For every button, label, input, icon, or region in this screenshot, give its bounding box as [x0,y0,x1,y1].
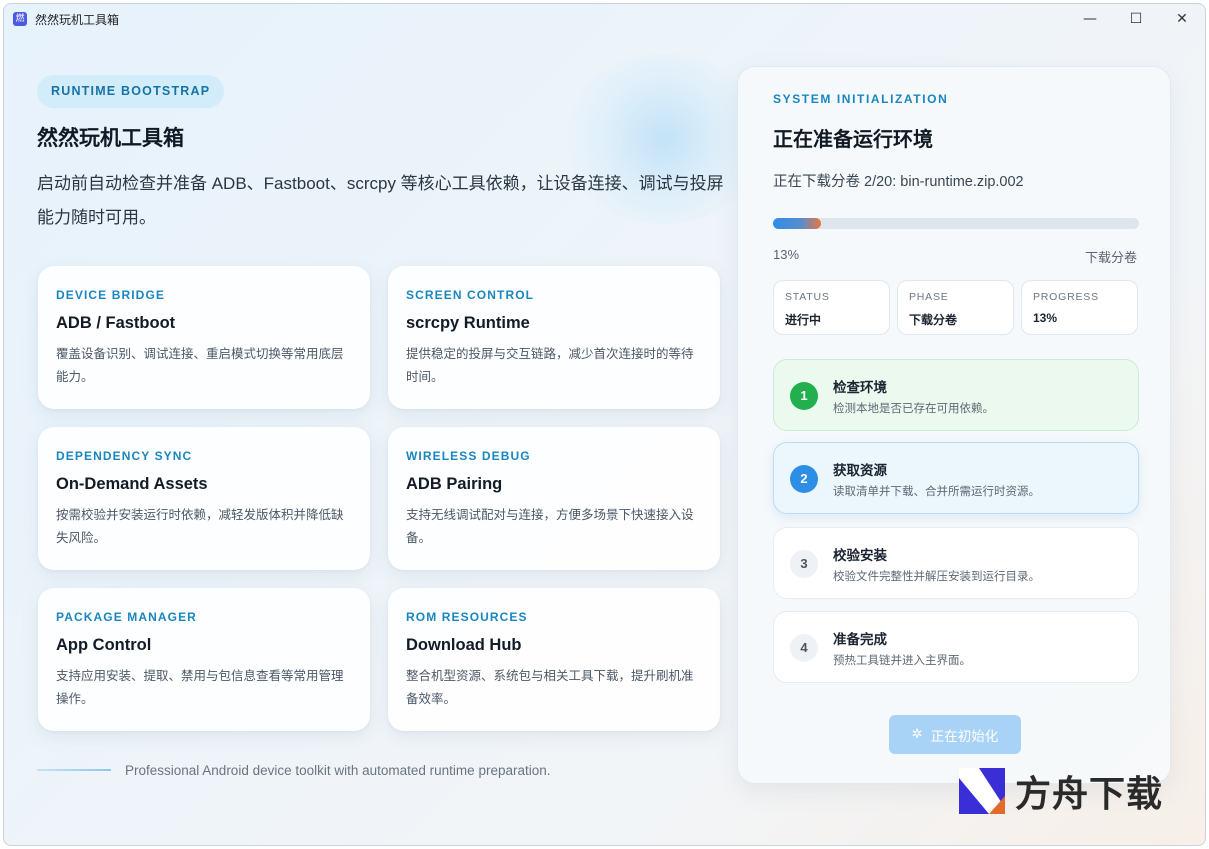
page-title: 然然玩机工具箱 [37,127,184,150]
stat-value: 下载分卷 [909,313,958,327]
feature-title: ADB / Fastboot [56,314,176,332]
maximize-button[interactable]: ☐ [1113,4,1159,34]
watermark: 方舟下载 [959,765,1163,817]
window-title: 然然玩机工具箱 [35,12,120,27]
feature-title: App Control [56,636,152,654]
feature-category: WIRELESS DEBUG [406,449,531,463]
feature-category: ROM RESOURCES [406,610,528,624]
feature-description: 按需校验并安装运行时依赖，减轻发版体积并降低缺失风险。 [56,508,344,545]
feature-card-dependency-sync: DEPENDENCY SYNC On-Demand Assets 按需校验并安装… [38,427,370,570]
footer-tagline: Professional Android device toolkit with… [125,763,551,778]
step-fetch-resources: 2 获取资源 读取清单并下载、合并所需运行时资源。 [773,442,1139,514]
step-title: 校验安装 [833,548,887,563]
stat-value: 13% [1033,311,1058,325]
feature-category: SCREEN CONTROL [406,288,535,302]
stat-phase: PHASE 下载分卷 [897,280,1014,335]
hero-description: 启动前自动检查并准备 ADB、Fastboot、scrcpy 等核心工具依赖，让… [37,174,724,227]
step-number: 4 [790,634,818,662]
feature-category: DEVICE BRIDGE [56,288,165,302]
feature-card-package-manager: PACKAGE MANAGER App Control 支持应用安装、提取、禁用… [38,588,370,731]
runtime-badge: RUNTIME BOOTSTRAP [37,75,225,108]
step-check-environment: 1 检查环境 检测本地是否已存在可用依赖。 [773,359,1139,431]
step-title: 获取资源 [833,463,887,478]
progress-bar [773,218,1139,229]
feature-card-screen-control: SCREEN CONTROL scrcpy Runtime 提供稳定的投屏与交互… [388,266,720,409]
watermark-logo-icon [959,768,1005,814]
feature-title: On-Demand Assets [56,475,208,493]
minimize-icon: — [1083,11,1097,27]
progress-caption: 下载分卷 [1084,250,1137,265]
step-number: 2 [790,465,818,493]
initializing-button-label: 正在初始化 [930,728,999,744]
minimize-button[interactable]: — [1067,4,1113,34]
feature-card-device-bridge: DEVICE BRIDGE ADB / Fastboot 覆盖设备识别、调试连接… [38,266,370,409]
progress-percent: 13% [773,247,800,262]
feature-description: 支持应用安装、提取、禁用与包信息查看等常用管理操作。 [56,669,344,706]
feature-card-rom-resources: ROM RESOURCES Download Hub 整合机型资源、系统包与相关… [388,588,720,731]
close-button[interactable]: ✕ [1159,4,1205,34]
feature-description: 支持无线调试配对与连接，方便多场景下快速接入设备。 [406,508,694,545]
stat-key: PHASE [909,291,949,303]
progress-bar-fill [773,218,821,229]
app-icon: 燃 [13,12,27,26]
step-ready: 4 准备完成 预热工具链并进入主界面。 [773,611,1139,683]
stat-progress: PROGRESS 13% [1021,280,1138,335]
panel-label: SYSTEM INITIALIZATION [773,92,949,106]
feature-title: Download Hub [406,636,522,654]
close-icon: ✕ [1176,11,1188,27]
feature-description: 整合机型资源、系统包与相关工具下载，提升刷机准备效率。 [406,669,694,706]
app-window: 燃 然然玩机工具箱 — ☐ ✕ RUNTIME BOOTSTRAP 然然玩机工具… [3,3,1206,846]
footer-divider [37,769,111,771]
panel-title: 正在准备运行环境 [773,129,933,151]
window-controls: — ☐ ✕ [1067,4,1205,34]
stat-status: STATUS 进行中 [773,280,890,335]
initializing-button[interactable]: ✲ 正在初始化 [889,715,1021,754]
step-title: 检查环境 [833,380,887,395]
stat-key: STATUS [785,291,830,303]
watermark-text: 方舟下载 [1015,773,1164,814]
feature-category: PACKAGE MANAGER [56,610,197,624]
feature-title: scrcpy Runtime [406,314,530,332]
feature-title: ADB Pairing [406,475,503,493]
step-number: 3 [790,550,818,578]
download-status-text: 正在下载分卷 2/20: bin-runtime.zip.002 [773,174,1024,190]
feature-description: 覆盖设备识别、调试连接、重启模式切换等常用底层能力。 [56,347,344,384]
step-description: 读取清单并下载、合并所需运行时资源。 [833,486,1040,498]
step-verify-install: 3 校验安装 校验文件完整性并解压安装到运行目录。 [773,527,1139,599]
feature-description: 提供稳定的投屏与交互链路，减少首次连接时的等待时间。 [406,347,694,384]
feature-category: DEPENDENCY SYNC [56,449,193,463]
maximize-icon: ☐ [1129,11,1143,27]
stat-value: 进行中 [785,313,822,327]
title-bar[interactable]: 燃 然然玩机工具箱 — ☐ ✕ [4,4,1205,34]
stat-key: PROGRESS [1033,291,1099,303]
step-description: 校验文件完整性并解压安装到运行目录。 [833,571,1040,583]
initialization-panel: SYSTEM INITIALIZATION 正在准备运行环境 正在下载分卷 2/… [737,66,1171,784]
step-description: 预热工具链并进入主界面。 [833,655,971,667]
step-description: 检测本地是否已存在可用依赖。 [833,403,994,415]
step-number: 1 [790,382,818,410]
step-title: 准备完成 [833,632,887,647]
spinner-icon: ✲ [911,727,923,742]
feature-card-wireless-debug: WIRELESS DEBUG ADB Pairing 支持无线调试配对与连接，方… [388,427,720,570]
